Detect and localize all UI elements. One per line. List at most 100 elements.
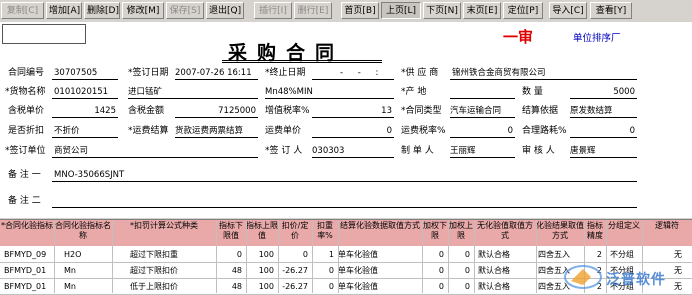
supplier-field[interactable]: 锦州铁合金商贸有限公司 xyxy=(450,68,637,80)
remark2-label: 备 注 二 xyxy=(8,196,41,206)
cell: 100 xyxy=(258,282,274,291)
title-underline xyxy=(222,60,382,63)
insert-row-button[interactable]: 插行[I] xyxy=(254,2,292,19)
cell: 48 xyxy=(231,282,242,291)
col-header[interactable]: *合同化验指标 xyxy=(0,221,54,231)
settle-basis-field[interactable]: 原发数结算 xyxy=(570,106,637,118)
quantity-field[interactable]: 5000 xyxy=(570,87,637,99)
cell: 不分组 xyxy=(610,250,634,259)
cell: -26.27 xyxy=(282,282,308,291)
freight-settle-label: *运费结算 xyxy=(128,126,169,136)
cell: 0 xyxy=(438,282,444,291)
maker-field[interactable]: 王丽辉 xyxy=(450,146,515,158)
col-header[interactable]: 合同化验指标名称 xyxy=(54,221,112,241)
auditor-field[interactable]: 唐景辉 xyxy=(570,146,637,158)
cell: 48 xyxy=(231,266,242,275)
col-header[interactable]: 扣重率% xyxy=(312,221,338,241)
sign-date-field[interactable]: 2007-07-26 16:11 xyxy=(175,68,258,80)
sign-date-label: *签订日期 xyxy=(128,68,169,78)
col-header[interactable]: *扣罚计算公式种类 xyxy=(112,221,216,231)
delete-row-button[interactable]: 删行[E] xyxy=(294,2,332,19)
tax-price-field[interactable]: 1425 xyxy=(52,106,118,118)
col-header[interactable]: 指标上限值 xyxy=(246,221,278,241)
maker-label: 制 单 人 xyxy=(401,146,434,156)
tax-amount-field[interactable]: 7125000 xyxy=(175,106,258,118)
distance-label: 合理路耗% xyxy=(522,126,567,136)
distance-field[interactable]: 0 xyxy=(570,126,637,138)
import-button[interactable]: 导入[C] xyxy=(549,2,587,19)
grid-divider xyxy=(448,220,449,293)
goods-name-field[interactable]: 进口锰矿 xyxy=(128,87,258,99)
discount-label: 是否折扣 xyxy=(8,126,45,136)
unit-sort-link[interactable]: 单位排序厂 xyxy=(573,30,621,44)
sign-unit-label: *签订单位 xyxy=(5,146,46,156)
cell: BFMYD_01 xyxy=(4,266,47,275)
cell: BFMYD_09 xyxy=(4,250,47,259)
contract-no-field[interactable]: 30707505 xyxy=(52,68,118,80)
cell: 100 xyxy=(258,266,274,275)
cell: 四舍五入 xyxy=(538,250,570,259)
cell: 超过下限扣重 xyxy=(130,250,178,259)
cell: 1 xyxy=(328,250,334,259)
goods-name-label: *货物名称 xyxy=(5,87,46,97)
freight-settle-field[interactable]: 货款运费两票结算 xyxy=(175,126,258,138)
grid-divider xyxy=(474,220,475,293)
cell: 单车化验值 xyxy=(338,250,378,259)
locate-button[interactable]: 定位[P] xyxy=(503,2,543,19)
discount-field[interactable]: 不折价 xyxy=(52,126,118,138)
cell: BFMYD_01 xyxy=(4,282,47,291)
cell: Mn xyxy=(64,266,76,275)
freight-price-field[interactable]: 0 xyxy=(312,126,394,138)
view-button[interactable]: 查看[Y] xyxy=(590,2,632,19)
cell: 无 xyxy=(674,250,682,259)
next-page-button[interactable]: 下页[N] xyxy=(423,2,461,19)
goods-spec-field[interactable]: Mn48%MIN xyxy=(265,87,394,99)
col-header[interactable]: 扣价/定价 xyxy=(278,221,312,241)
freight-tax-field[interactable]: 0 xyxy=(450,126,515,138)
last-page-button[interactable]: 末页[E] xyxy=(463,2,501,19)
contract-type-field[interactable]: 汽车运输合同 xyxy=(450,106,515,118)
origin-label: *产 地 xyxy=(401,87,427,97)
contract-no-label: 合同编号 xyxy=(8,68,45,78)
end-date-field[interactable]: - - : xyxy=(312,68,394,80)
first-page-button[interactable]: 首页[B] xyxy=(341,2,379,19)
vat-field[interactable]: 13 xyxy=(312,106,394,118)
col-header[interactable]: 逻辑符 xyxy=(642,221,692,231)
prev-page-button[interactable]: 上页[L] xyxy=(381,2,421,19)
signer-label: *签 订 人 xyxy=(265,146,303,156)
col-header[interactable]: 分组定义 xyxy=(606,221,642,231)
sign-unit-field[interactable]: 商贸公司 xyxy=(52,146,258,158)
col-header[interactable]: 指标精度 xyxy=(584,221,606,241)
watermark-text: 泛普软件 xyxy=(606,272,666,288)
col-header[interactable]: 化验结果取值方式 xyxy=(536,221,584,241)
col-header[interactable]: 加权上限 xyxy=(448,221,474,241)
copy-button[interactable]: 复制[C] xyxy=(1,2,44,19)
cell: 超过下限扣价 xyxy=(130,266,178,275)
goods-code-field[interactable]: 0101020151 xyxy=(52,87,118,99)
quantity-label: 数 量 xyxy=(522,87,543,97)
cell: 默认合格 xyxy=(478,282,510,291)
signer-field[interactable]: 030303 xyxy=(312,146,394,158)
supplier-label: *供 应 商 xyxy=(401,68,439,78)
remark1-label: 备 注 一 xyxy=(8,170,41,180)
unit-code-input[interactable] xyxy=(2,24,86,44)
col-header[interactable]: 加权下限 xyxy=(422,221,448,241)
col-header[interactable]: 结算化验数据取值方式 xyxy=(338,221,422,231)
grid-divider xyxy=(278,220,279,293)
grid-divider xyxy=(246,220,247,293)
exit-button[interactable]: 退出[Q] xyxy=(206,2,244,19)
origin-field[interactable] xyxy=(450,87,515,99)
remark1-field[interactable]: MNO-35066SJNT xyxy=(52,170,637,182)
modify-button[interactable]: 修改[M] xyxy=(122,2,164,19)
grid-divider xyxy=(338,220,339,293)
col-header[interactable]: 无化验值取值方式 xyxy=(474,221,536,241)
add-button[interactable]: 增加[A] xyxy=(46,2,82,19)
delete-button[interactable]: 删除[D] xyxy=(84,2,120,19)
toolbar: 复制[C] 增加[A] 删除[D] 修改[M] 保存[S] 退出[Q] 插行[I… xyxy=(0,0,692,23)
remark2-field[interactable] xyxy=(52,196,637,208)
freight-price-label: 运费单价 xyxy=(265,126,302,136)
contract-type-label: *合同类型 xyxy=(401,106,442,116)
cell: H2O xyxy=(64,250,82,259)
col-header[interactable]: 指标下限值 xyxy=(216,221,246,241)
save-button[interactable]: 保存[S] xyxy=(166,2,204,19)
